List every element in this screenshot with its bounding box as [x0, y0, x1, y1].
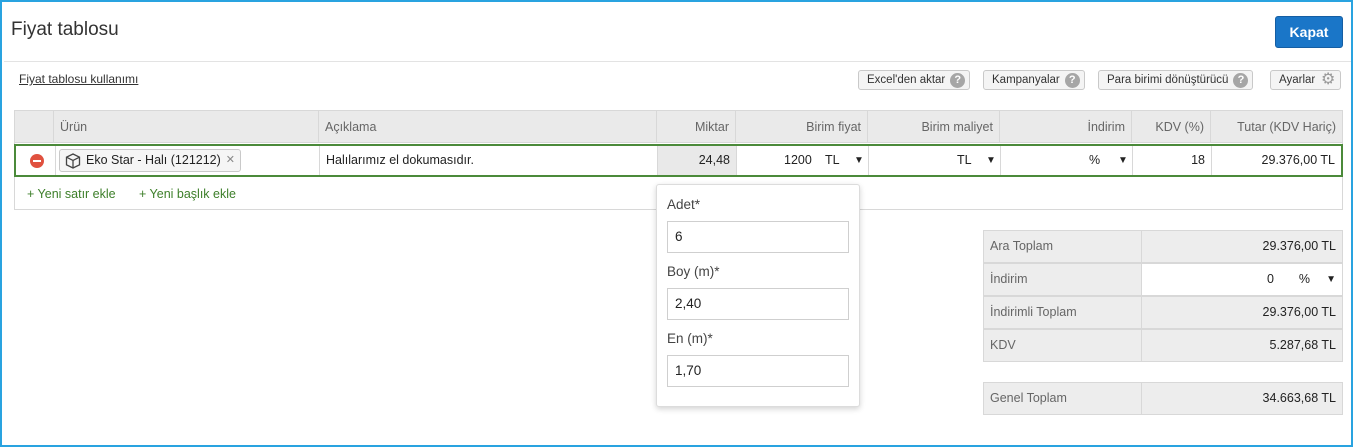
usage-help-link[interactable]: Fiyat tablosu kullanımı	[19, 72, 138, 86]
add-header-link[interactable]: + Yeni başlık ekle	[139, 187, 236, 201]
quantity-calculator-popup: Adet* 6 Boy (m)* 2,40 En (m)* 1,70	[656, 184, 860, 407]
discount-unit-select[interactable]: %	[1299, 264, 1310, 295]
discount-label: İndirim	[984, 264, 1142, 295]
unit-cost-cell[interactable]: TL ▼	[869, 146, 1001, 175]
table-row: Eko Star - Halı (121212) ✕ Halılarımız e…	[14, 144, 1343, 177]
chevron-down-icon[interactable]: ▼	[854, 146, 864, 175]
discount-unit[interactable]: %	[1089, 146, 1100, 175]
column-header-total: Tutar (KDV Hariç)	[1237, 120, 1336, 134]
vat-value: 5.287,68 TL	[1142, 330, 1342, 361]
remove-row-icon[interactable]	[30, 154, 44, 168]
campaigns-button[interactable]: Kampanyalar ?	[983, 70, 1085, 90]
table-header: Ürün Açıklama Miktar Birim fiyat Birim m…	[15, 111, 1342, 143]
grand-total-label: Genel Toplam	[984, 383, 1142, 414]
adet-label: Adet*	[667, 197, 701, 212]
column-header-product: Ürün	[54, 111, 319, 143]
column-header-unit-cost: Birim maliyet	[868, 111, 1000, 143]
column-header-quantity: Miktar	[657, 111, 736, 143]
column-header-vat: KDV (%)	[1132, 111, 1211, 143]
box-icon	[65, 152, 81, 169]
help-icon[interactable]: ?	[1233, 72, 1249, 88]
help-icon[interactable]: ?	[1064, 72, 1080, 88]
en-input[interactable]: 1,70	[667, 355, 849, 387]
settings-button[interactable]: Ayarlar ⚙	[1270, 70, 1342, 90]
column-header-discount: İndirim	[1000, 111, 1132, 143]
discount-value[interactable]: 0	[1267, 264, 1274, 295]
settings-label: Ayarlar	[1279, 74, 1316, 86]
remove-tag-icon[interactable]: ✕	[226, 146, 235, 175]
unit-price-currency[interactable]: TL	[825, 146, 840, 175]
discount-row: İndirim 0 % ▼	[983, 263, 1343, 296]
header-divider	[4, 61, 1351, 62]
boy-input[interactable]: 2,40	[667, 288, 849, 320]
excel-import-button[interactable]: Excel'den aktar ?	[858, 70, 971, 90]
discounted-total-row: İndirimli Toplam 29.376,00 TL	[983, 296, 1343, 329]
subtotal-row: Ara Toplam 29.376,00 TL	[983, 230, 1343, 263]
description-cell[interactable]: Halılarımız el dokumasıdır.	[320, 146, 658, 175]
boy-label: Boy (m)*	[667, 264, 720, 279]
currency-converter-label: Para birimi dönüştürücü	[1107, 74, 1229, 86]
close-button[interactable]: Kapat	[1275, 16, 1343, 48]
discounted-total-label: İndirimli Toplam	[984, 297, 1142, 328]
excel-import-label: Excel'den aktar	[867, 74, 946, 86]
page-title: Fiyat tablosu	[11, 19, 119, 40]
gear-icon: ⚙	[1321, 71, 1336, 88]
unit-cost-currency[interactable]: TL	[957, 146, 972, 175]
discounted-total-value: 29.376,00 TL	[1142, 297, 1342, 328]
en-label: En (m)*	[667, 331, 713, 346]
discount-input[interactable]: 0 % ▼	[1142, 264, 1342, 295]
vat-cell[interactable]: 18	[1133, 146, 1212, 175]
chevron-down-icon[interactable]: ▼	[1118, 146, 1128, 175]
grand-total-row: Genel Toplam 34.663,68 TL	[983, 382, 1343, 415]
subtotal-label: Ara Toplam	[984, 231, 1142, 262]
chevron-down-icon[interactable]: ▼	[1326, 264, 1336, 295]
column-header-description: Açıklama	[319, 111, 657, 143]
vat-row: KDV 5.287,68 TL	[983, 329, 1343, 362]
product-name: Eko Star - Halı (121212)	[86, 153, 221, 167]
help-icon[interactable]: ?	[950, 72, 966, 88]
currency-converter-button[interactable]: Para birimi dönüştürücü ?	[1098, 70, 1254, 90]
product-cell[interactable]: Eko Star - Halı (121212) ✕	[56, 146, 320, 175]
total-cell: 29.376,00 TL	[1261, 153, 1335, 167]
row-action-cell	[16, 146, 56, 175]
subtotal-value: 29.376,00 TL	[1142, 231, 1342, 262]
chevron-down-icon[interactable]: ▼	[986, 146, 996, 175]
unit-price-value: 1200	[784, 153, 812, 167]
campaigns-label: Kampanyalar	[992, 74, 1060, 86]
product-tag[interactable]: Eko Star - Halı (121212) ✕	[59, 146, 242, 175]
price-table-dialog: Fiyat tablosu Kapat Fiyat tablosu kullan…	[0, 0, 1353, 447]
quantity-cell[interactable]: 24,48	[658, 146, 737, 175]
adet-input[interactable]: 6	[667, 221, 849, 253]
discount-cell[interactable]: % ▼	[1001, 146, 1133, 175]
grand-total-value: 34.663,68 TL	[1142, 383, 1342, 414]
vat-label: KDV	[984, 330, 1142, 361]
column-header-unit-price: Birim fiyat	[736, 111, 868, 143]
column-header-action	[15, 111, 54, 143]
add-row-link[interactable]: + Yeni satır ekle	[27, 187, 116, 201]
unit-price-cell[interactable]: 1200 TL ▼	[737, 146, 869, 175]
